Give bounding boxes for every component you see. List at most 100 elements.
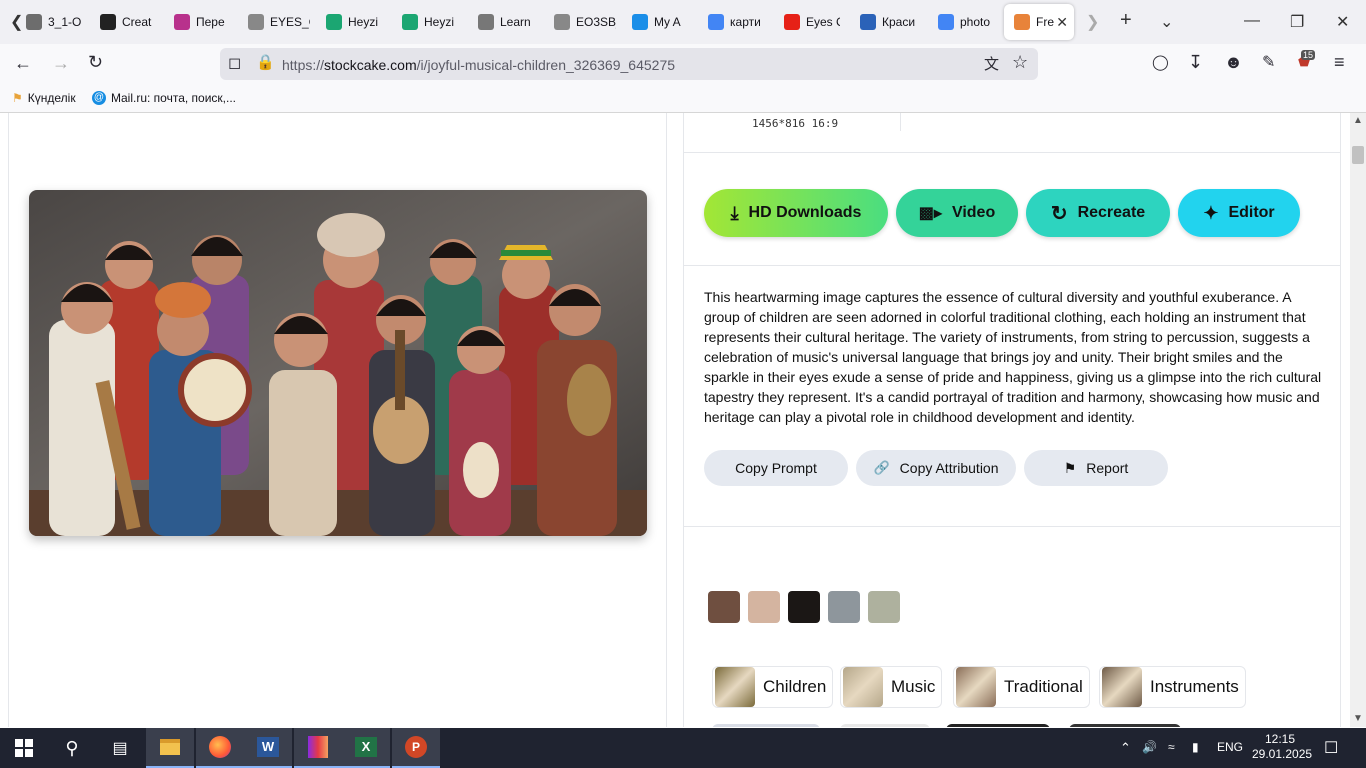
tag-label: Traditional <box>1004 677 1083 696</box>
extension-badge: 15 <box>1301 50 1316 60</box>
excel-icon[interactable]: X <box>342 728 390 768</box>
hd-downloads-button[interactable]: ⤓ HD Downloads <box>704 189 888 237</box>
clock-date: 29.01.2025 <box>1252 747 1313 761</box>
tray-chevron-icon[interactable]: ⌃ <box>1120 740 1131 756</box>
bookmark-star-icon[interactable]: ☆ <box>1012 52 1028 73</box>
tab[interactable]: Пере <box>170 4 230 40</box>
pocket-icon[interactable]: ◯ <box>1152 53 1169 71</box>
menu-icon[interactable]: ≡ <box>1334 52 1345 73</box>
restore-icon[interactable]: ❐ <box>1290 12 1304 32</box>
copy-attribution-button[interactable]: 🔗 Copy Attribution <box>856 450 1016 486</box>
search-icon[interactable]: ⚲ <box>48 728 96 768</box>
winrar-icon[interactable] <box>294 728 342 768</box>
address-bar[interactable]: ◻ 🔒 https://stockcake.com/i/joyful-music… <box>220 48 1038 80</box>
tag-thumbnail <box>956 667 996 707</box>
downloads-icon[interactable]: ↧ <box>1188 52 1203 73</box>
firefox-icon[interactable] <box>196 728 244 768</box>
tag-thumbnail <box>1102 667 1142 707</box>
extensions-icon[interactable]: ✎ <box>1262 52 1275 72</box>
main-photo[interactable] <box>29 190 647 536</box>
divider <box>684 152 1340 153</box>
web-page: 1456*816 16:9 ⤓ HD Downloads ▩▸ Video ↻ … <box>0 113 1350 727</box>
tabs-scroll-right-icon[interactable]: ❯ <box>1086 12 1099 32</box>
tab[interactable]: Heyzi <box>322 4 382 40</box>
tab-label: Краси <box>882 15 916 29</box>
tab[interactable]: EO3SB_sq <box>550 4 616 40</box>
scrollbar-thumb[interactable] <box>1352 146 1364 164</box>
word-icon[interactable]: W <box>244 728 292 768</box>
tab-label: Learn <box>500 15 531 29</box>
tab-label: Creat <box>122 15 152 29</box>
minimize-icon[interactable]: — <box>1244 12 1260 30</box>
color-swatch[interactable] <box>788 591 820 623</box>
magic-wand-icon: ✦ <box>1203 202 1219 223</box>
report-button[interactable]: ⚑ Report <box>1024 450 1168 486</box>
powerpoint-icon[interactable]: P <box>392 728 440 768</box>
heyzine-icon <box>402 14 418 30</box>
new-tab-icon[interactable]: + <box>1120 9 1132 32</box>
image-dimensions: 1456*816 16:9 <box>752 117 839 130</box>
windows-icon[interactable] <box>0 728 48 768</box>
tab[interactable]: карти <box>704 4 764 40</box>
tag-partial[interactable] <box>946 724 1050 727</box>
forward-icon[interactable]: → <box>52 53 70 74</box>
tag-music[interactable]: Music <box>840 666 943 708</box>
recreate-button[interactable]: ↻ Recreate <box>1026 189 1170 237</box>
tab-label: EYES_OPE <box>270 15 310 29</box>
color-swatch[interactable] <box>748 591 780 623</box>
close-window-icon[interactable]: ✕ <box>1336 12 1349 32</box>
doc-icon <box>26 14 42 30</box>
shield-icon[interactable]: ◻ <box>228 53 241 73</box>
download-icon: ⤓ <box>730 202 739 223</box>
notifications-icon[interactable]: ☐ <box>1324 738 1338 758</box>
tab[interactable]: EYES_OPE <box>244 4 310 40</box>
lock-icon[interactable]: 🔒 <box>256 53 275 71</box>
link-icon: 🔗 <box>873 460 890 475</box>
copy-prompt-button[interactable]: Copy Prompt <box>704 450 848 486</box>
editor-button[interactable]: ✦ Editor <box>1178 189 1300 237</box>
bookmark-label: Mail.ru: почта, поиск,... <box>111 91 236 105</box>
back-icon[interactable]: ← <box>14 53 32 74</box>
tab[interactable]: Краси <box>856 4 916 40</box>
tag-partial[interactable] <box>840 724 930 727</box>
editor-label: Editor <box>1228 204 1275 221</box>
tag-partial[interactable] <box>712 724 820 727</box>
tag-children[interactable]: Children <box>712 666 834 708</box>
tab[interactable]: 3_1-OSh <box>22 4 82 40</box>
language-indicator[interactable]: ENG <box>1217 740 1243 754</box>
tab[interactable]: Creat <box>96 4 156 40</box>
tab[interactable]: photo <box>934 4 994 40</box>
close-tab-icon[interactable]: ✕ <box>1056 14 1068 31</box>
scroll-down-icon[interactable]: ▼ <box>1353 713 1363 724</box>
tab[interactable]: Eyes C <box>780 4 840 40</box>
battery-icon[interactable]: ▮ <box>1192 740 1199 754</box>
task-view-icon[interactable]: ▤ <box>96 728 144 768</box>
color-swatch[interactable] <box>828 591 860 623</box>
tab[interactable]: Fre ✕ <box>1004 4 1074 40</box>
scroll-up-icon[interactable]: ▲ <box>1353 115 1363 126</box>
volume-icon[interactable]: 🔊 <box>1142 740 1157 754</box>
translate-icon[interactable]: 文 <box>984 53 999 74</box>
reload-icon[interactable]: ↻ <box>88 52 103 73</box>
page-scrollbar[interactable]: ▲ ▼ <box>1350 113 1366 727</box>
tab[interactable]: My A <box>628 4 688 40</box>
account-icon[interactable]: ☻ <box>1224 52 1243 73</box>
tab[interactable]: Heyzi <box>398 4 458 40</box>
video-button[interactable]: ▩▸ Video <box>896 189 1018 237</box>
color-swatch[interactable] <box>868 591 900 623</box>
list-all-tabs-icon[interactable]: ⌄ <box>1160 12 1173 32</box>
tag-partial[interactable] <box>1069 724 1181 727</box>
tag-instruments[interactable]: Instruments <box>1099 666 1246 708</box>
clock[interactable]: 12:15 29.01.2025 <box>1252 732 1313 762</box>
tag-thumbnail <box>715 667 755 707</box>
details-panel: 1456*816 16:9 ⤓ HD Downloads ▩▸ Video ↻ … <box>683 113 1341 727</box>
network-icon[interactable]: ≈ <box>1168 740 1175 754</box>
bookmark-kundelik[interactable]: ⚑ Күнделік <box>12 91 76 105</box>
tab[interactable]: Learn <box>474 4 534 40</box>
color-swatch[interactable] <box>708 591 740 623</box>
tag-traditional[interactable]: Traditional <box>953 666 1090 708</box>
bookmark-mailru[interactable]: @ Mail.ru: почта, поиск,... <box>92 91 236 105</box>
url-text[interactable]: https://stockcake.com/i/joyful-musical-c… <box>282 57 675 73</box>
tag-label: Instruments <box>1150 677 1239 696</box>
file-explorer-icon[interactable] <box>146 728 194 768</box>
